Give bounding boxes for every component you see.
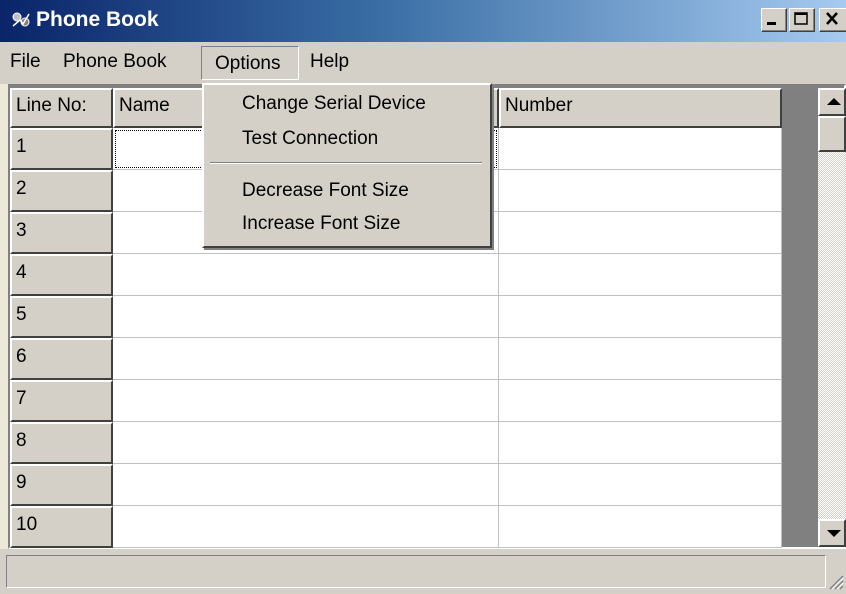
title-bar: Phone Book (0, 0, 846, 42)
close-icon (826, 12, 838, 25)
number-cell[interactable] (499, 212, 782, 254)
table-row: 8 (10, 422, 782, 464)
table-row: 6 (10, 338, 782, 380)
menu-phone-book[interactable]: Phone Book (63, 51, 167, 73)
row-header[interactable]: 5 (10, 296, 113, 338)
name-cell[interactable] (113, 254, 499, 296)
vertical-scrollbar[interactable] (818, 88, 846, 547)
scroll-up-button[interactable] (818, 88, 846, 116)
arrow-up-icon (827, 98, 841, 105)
number-cell[interactable] (499, 170, 782, 212)
menu-file[interactable]: File (10, 51, 41, 73)
number-cell[interactable] (499, 254, 782, 296)
table-row: 5 (10, 296, 782, 338)
status-bar (0, 549, 846, 594)
row-header[interactable]: 3 (10, 212, 113, 254)
number-cell[interactable] (499, 422, 782, 464)
menu-item-test-connection[interactable]: Test Connection (242, 128, 378, 150)
row-header[interactable]: 6 (10, 338, 113, 380)
menu-help[interactable]: Help (310, 51, 349, 73)
row-header[interactable]: 8 (10, 422, 113, 464)
name-cell[interactable] (113, 464, 499, 506)
minimize-button[interactable] (761, 8, 787, 32)
menu-item-decrease-font-size[interactable]: Decrease Font Size (242, 180, 409, 202)
table-row: 7 (10, 380, 782, 422)
menu-item-change-serial-device[interactable]: Change Serial Device (242, 93, 426, 115)
resize-grip-icon[interactable] (826, 572, 844, 590)
table-row: 10 (10, 506, 782, 548)
menu-options[interactable]: Options (201, 46, 299, 80)
menu-separator (210, 162, 482, 164)
menu-bar: File Phone Book Options Help (0, 42, 846, 84)
maximize-button[interactable] (789, 8, 815, 32)
name-cell[interactable] (113, 422, 499, 464)
number-cell[interactable] (499, 506, 782, 548)
number-cell[interactable] (499, 338, 782, 380)
number-cell[interactable] (499, 128, 782, 170)
name-cell[interactable] (113, 380, 499, 422)
scroll-thumb[interactable] (818, 116, 846, 152)
phone-book-app-icon (12, 12, 30, 27)
table-row: 9 (10, 464, 782, 506)
status-panel (6, 555, 826, 588)
row-header[interactable]: 10 (10, 506, 113, 548)
row-header[interactable]: 7 (10, 380, 113, 422)
name-cell[interactable] (113, 296, 499, 338)
minimize-icon (767, 22, 776, 25)
row-header[interactable]: 2 (10, 170, 113, 212)
number-cell[interactable] (499, 380, 782, 422)
number-cell[interactable] (499, 296, 782, 338)
name-cell[interactable] (113, 338, 499, 380)
close-button[interactable] (819, 8, 846, 32)
arrow-down-icon (827, 530, 841, 537)
name-cell[interactable] (113, 506, 499, 548)
number-cell[interactable] (499, 464, 782, 506)
maximize-icon (794, 12, 808, 25)
table-row: 4 (10, 254, 782, 296)
window-title: Phone Book (36, 8, 159, 31)
column-header-line-no[interactable]: Line No: (10, 88, 113, 128)
scroll-down-button[interactable] (818, 519, 846, 547)
column-header-number[interactable]: Number (499, 88, 782, 128)
row-header[interactable]: 1 (10, 128, 113, 170)
row-header[interactable]: 9 (10, 464, 113, 506)
menu-item-increase-font-size[interactable]: Increase Font Size (242, 213, 400, 235)
options-dropdown-menu: Change Serial Device Test Connection Dec… (202, 83, 492, 248)
row-header[interactable]: 4 (10, 254, 113, 296)
